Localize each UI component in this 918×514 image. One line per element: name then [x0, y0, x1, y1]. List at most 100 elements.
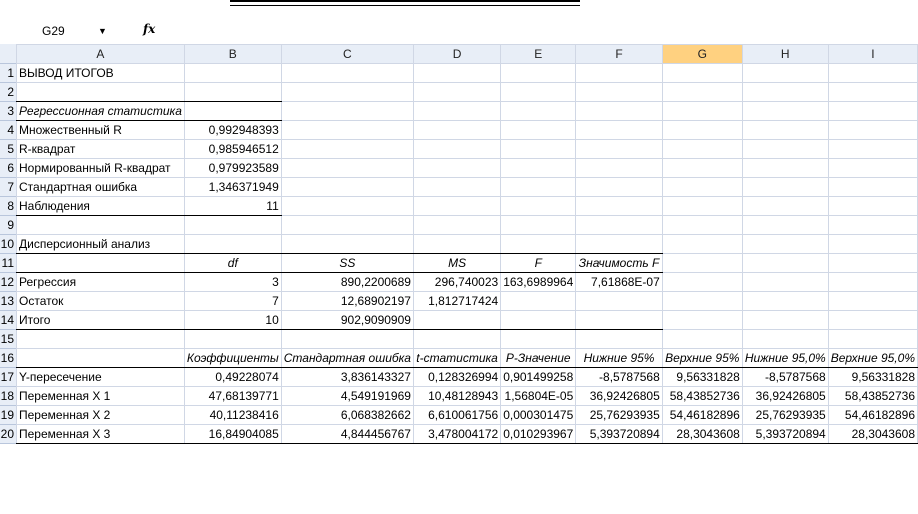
row-header[interactable]: 18 — [0, 387, 16, 406]
empty-cell[interactable] — [500, 120, 577, 140]
coef-header[interactable]: Верхние 95% — [661, 348, 743, 368]
empty-cell[interactable] — [827, 310, 918, 330]
regstat-label[interactable]: Множественный R — [16, 120, 185, 140]
coef-label[interactable]: Переменная X 2 — [16, 405, 185, 425]
regstat-header[interactable]: Регрессионная статистика — [16, 101, 185, 121]
coef-value[interactable]: 0,901499258 — [500, 367, 577, 387]
empty-cell[interactable] — [280, 177, 414, 197]
empty-cell[interactable] — [741, 329, 829, 349]
empty-cell[interactable] — [661, 177, 743, 197]
empty-cell[interactable] — [741, 177, 829, 197]
row-header[interactable]: 8 — [0, 197, 16, 216]
coef-value[interactable]: 0,49228074 — [183, 367, 282, 387]
empty-cell[interactable] — [827, 63, 918, 83]
name-box[interactable]: G29 ▼ — [32, 23, 122, 40]
coef-value[interactable]: 25,76293935 — [575, 405, 663, 425]
empty-cell[interactable] — [741, 253, 829, 273]
coef-value[interactable]: 36,92426805 — [575, 386, 663, 406]
empty-cell[interactable] — [661, 253, 743, 273]
empty-cell[interactable] — [183, 101, 282, 121]
empty-cell[interactable] — [500, 329, 577, 349]
empty-cell[interactable] — [661, 310, 743, 330]
anova-header[interactable]: MS — [412, 253, 502, 273]
anova-header[interactable]: df — [183, 253, 282, 273]
empty-cell[interactable] — [500, 215, 577, 235]
empty-cell[interactable] — [280, 139, 414, 159]
empty-cell[interactable] — [575, 196, 663, 216]
anova-value[interactable] — [500, 310, 577, 330]
empty-cell[interactable] — [412, 234, 502, 254]
regstat-value[interactable]: 0,979923589 — [183, 158, 282, 178]
anova-title[interactable]: Дисперсионный анализ — [16, 234, 185, 254]
coef-value[interactable]: 4,549191969 — [280, 386, 414, 406]
empty-cell[interactable] — [661, 120, 743, 140]
regstat-value[interactable]: 0,985946512 — [183, 139, 282, 159]
empty-cell[interactable] — [575, 82, 663, 102]
coef-value[interactable]: 1,56804E-05 — [500, 386, 577, 406]
coef-header[interactable]: P-Значение — [500, 348, 577, 368]
empty-cell[interactable] — [500, 101, 577, 121]
empty-cell[interactable] — [741, 215, 829, 235]
regstat-label[interactable]: R-квадрат — [16, 139, 185, 159]
coef-value[interactable]: 5,393720894 — [741, 424, 829, 444]
coef-value[interactable]: 5,393720894 — [575, 424, 663, 444]
empty-cell[interactable] — [741, 120, 829, 140]
coef-value[interactable]: 54,46182896 — [827, 405, 918, 425]
empty-cell[interactable] — [827, 215, 918, 235]
empty-cell[interactable] — [827, 253, 918, 273]
row-header[interactable]: 10 — [0, 235, 16, 254]
empty-cell[interactable] — [827, 82, 918, 102]
empty-cell[interactable] — [661, 234, 743, 254]
empty-cell[interactable] — [280, 158, 414, 178]
row-header[interactable]: 4 — [0, 121, 16, 140]
empty-cell[interactable] — [280, 215, 414, 235]
empty-cell[interactable] — [500, 63, 577, 83]
empty-cell[interactable] — [741, 310, 829, 330]
empty-cell[interactable] — [575, 139, 663, 159]
anova-label[interactable]: Остаток — [16, 291, 185, 311]
empty-cell[interactable] — [412, 215, 502, 235]
empty-cell[interactable] — [741, 139, 829, 159]
coef-value[interactable]: 54,46182896 — [661, 405, 743, 425]
empty-cell[interactable] — [500, 234, 577, 254]
anova-value[interactable]: 7,61868E-07 — [575, 272, 663, 292]
empty-cell[interactable] — [16, 329, 185, 349]
anova-value[interactable]: 163,6989964 — [500, 272, 577, 292]
coef-value[interactable]: 47,68139771 — [183, 386, 282, 406]
coef-value[interactable]: 0,128326994 — [412, 367, 502, 387]
empty-cell[interactable] — [280, 196, 414, 216]
empty-cell[interactable] — [827, 120, 918, 140]
empty-cell[interactable] — [661, 158, 743, 178]
coef-value[interactable]: 16,84904085 — [183, 424, 282, 444]
row-header[interactable]: 14 — [0, 311, 16, 330]
anova-value[interactable] — [412, 310, 502, 330]
coef-value[interactable]: 6,610061756 — [412, 405, 502, 425]
empty-cell[interactable] — [412, 63, 502, 83]
empty-cell[interactable] — [827, 101, 918, 121]
row-header[interactable]: 17 — [0, 368, 16, 387]
anova-header[interactable]: F — [500, 253, 577, 273]
empty-cell[interactable] — [661, 82, 743, 102]
coef-value[interactable]: 36,92426805 — [741, 386, 829, 406]
row-header[interactable]: 16 — [0, 349, 16, 368]
empty-cell[interactable] — [280, 82, 414, 102]
empty-cell[interactable] — [661, 329, 743, 349]
col-header-i[interactable]: I — [827, 44, 918, 64]
col-header-f[interactable]: F — [575, 44, 663, 64]
anova-value[interactable] — [575, 310, 663, 330]
empty-cell[interactable] — [827, 158, 918, 178]
anova-value[interactable] — [500, 291, 577, 311]
empty-cell[interactable] — [741, 82, 829, 102]
col-header-c[interactable]: C — [280, 44, 414, 64]
empty-cell[interactable] — [741, 272, 829, 292]
anova-value[interactable]: 1,812717424 — [412, 291, 502, 311]
empty-cell[interactable] — [183, 63, 282, 83]
empty-cell[interactable] — [741, 234, 829, 254]
empty-cell[interactable] — [575, 63, 663, 83]
coef-label[interactable]: Переменная X 1 — [16, 386, 185, 406]
empty-cell[interactable] — [827, 177, 918, 197]
empty-cell[interactable] — [575, 120, 663, 140]
anova-value[interactable]: 12,68902197 — [280, 291, 414, 311]
empty-cell[interactable] — [575, 215, 663, 235]
col-header-a[interactable]: A — [16, 44, 185, 64]
